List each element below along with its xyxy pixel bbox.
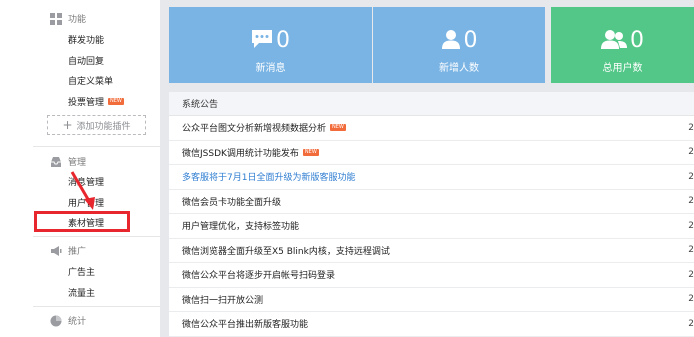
red-arrow-icon: [70, 171, 95, 210]
page: 功能 群发功能 自动回复 自定义菜单 投票管理 NEW + 添加功能插件 管理 …: [0, 0, 694, 337]
